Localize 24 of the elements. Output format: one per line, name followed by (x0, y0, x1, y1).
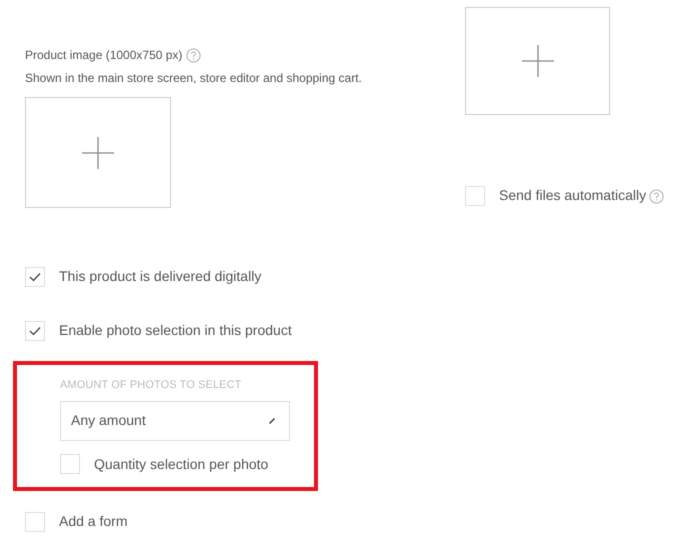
check-icon (29, 272, 41, 282)
description: Shown in the main store screen, store editor and shopping cart. (25, 70, 363, 87)
dropdown[interactable]: Any amount (60, 400, 290, 440)
check-icon (29, 326, 41, 336)
section-heading: AMOUNT OF PHOTOS TO SELECT (60, 378, 242, 393)
field-label: Product image (1000x750 px) (25, 46, 182, 64)
help-icon[interactable] (649, 188, 664, 204)
checkbox[interactable] (465, 186, 485, 206)
checkbox[interactable] (25, 266, 45, 286)
checkbox-label: Enable photo selection in this product (59, 321, 292, 340)
caret-icon (269, 418, 275, 424)
help-icon[interactable] (186, 48, 202, 63)
image-upload[interactable] (465, 7, 610, 115)
checkbox[interactable] (25, 320, 45, 340)
checkbox-label: Add a form (59, 512, 128, 531)
dropdown-value: Any amount (71, 411, 146, 430)
checkbox-label: Quantity selection per photo (94, 454, 268, 474)
plus-icon (522, 45, 554, 77)
checkbox[interactable] (25, 512, 45, 532)
plus-icon (82, 136, 114, 168)
checkbox[interactable] (60, 454, 80, 474)
image-upload[interactable] (25, 97, 171, 208)
checkbox-label: This product is delivered digitally (59, 267, 262, 286)
checkbox-label: Send files automatically (499, 186, 646, 205)
